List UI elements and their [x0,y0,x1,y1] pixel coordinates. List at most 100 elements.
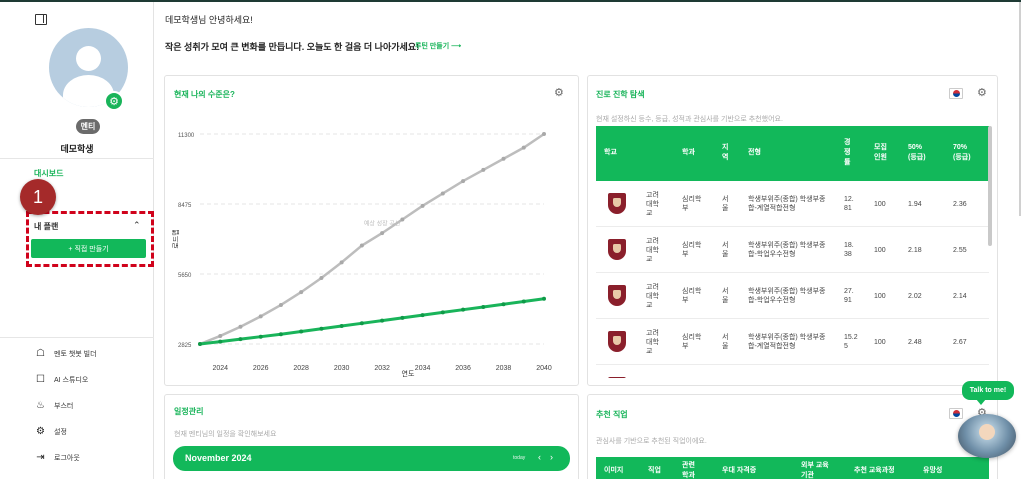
cell-p70: 2.36 [953,200,967,208]
avatar-settings-icon[interactable]: ⚙ [104,91,124,111]
data-point [359,243,364,248]
cell-p50: 2.02 [908,292,922,300]
table-row[interactable]: 고려 [596,365,989,378]
calendar-month: November 2024 [185,453,252,463]
column-header-quota: 모집 인원 [874,144,887,161]
cell-p50: 2.18 [908,246,922,254]
table-row[interactable]: 고려 대학 교 심리학 부 서 울 학생부위주(종합) 학생부종 합-계열적합전형 12… [596,181,989,227]
data-point [278,302,283,307]
cell-region: 서 울 [722,288,729,304]
nav-chatbot-builder[interactable]: ☖ 멘토 챗봇 빌더 [35,348,97,359]
university-logo-icon [608,377,626,378]
cell-school: 고려 대학 교 [646,283,659,309]
x-tick-label: 2038 [496,365,512,372]
university-logo-icon [608,193,626,214]
data-point [400,315,405,320]
gear-icon: ⚙ [36,426,45,437]
cell-rate: 12. 81 [844,196,854,212]
cell-type: 학생부위주(종합) 학생부종 합-계열적합전형 [748,334,826,350]
cell-p70: 2.14 [953,292,967,300]
jobs-column-header: 관련 학과 [682,462,695,479]
x-tick-label: 2030 [334,365,350,372]
cell-dept: 심리학 부 [682,196,702,212]
greeting: 데모학생님 안녕하세요! [165,15,253,25]
cell-school: 고려 대학 교 [646,237,659,263]
chatbot-avatar[interactable] [958,414,1016,458]
sidebar-toggle-icon[interactable] [35,14,47,25]
data-point [319,326,324,331]
data-point [380,231,385,236]
cell-dept: 심리학 부 [682,288,702,304]
gear-icon[interactable]: ⚙ [977,88,987,99]
data-point [258,334,263,339]
data-point [420,313,425,318]
cell-region: 서 울 [722,242,729,258]
table-row[interactable]: 고려 대학 교 심리학 부 서 울 학생부위주(종합) 학생부종 합-학업우수전형 27… [596,273,989,319]
data-point [238,337,243,342]
cell-school: 고려 대학 교 [646,329,659,355]
x-tick-label: 2024 [212,365,228,372]
studio-icon: ☐ [36,374,45,385]
schedule-card-subtitle: 현재 멘티님의 일정을 확인해보세요 [174,431,277,438]
table-row[interactable]: 고려 대학 교 심리학 부 서 울 학생부위주(종합) 학생부종 합-계열적합전형 15… [596,319,989,365]
chevron-left-icon[interactable]: ‹ [538,452,541,462]
cell-rate: 27. 91 [844,288,854,304]
avatar-head [76,46,101,71]
nav-settings[interactable]: ⚙ 설정 [35,426,67,437]
korea-flag-icon[interactable] [949,408,963,419]
cell-rate: 18. 38 [844,242,854,258]
column-header-dept: 학과 [682,149,695,156]
today-button[interactable]: today [513,455,525,461]
cell-region: 서 울 [722,196,729,212]
cell-type: 학생부위주(종합) 학생부종 합-계열적합전형 [748,196,826,212]
logout-icon: ⇥ [36,452,45,463]
nav-booster[interactable]: ♨ 부스터 [35,400,73,411]
x-tick-label: 2040 [536,365,552,372]
university-logo-icon [608,331,626,352]
data-point [238,324,243,329]
nav-ai-studio[interactable]: ☐ AI 스튜디오 [35,374,88,385]
step-marker: 1 [20,179,56,215]
chatbot-bubble[interactable]: Talk to me! [962,381,1014,405]
jobs-table-header: 이미지 직업 관련 학과 우대 자격증 외부 교육 기관 추천 교육과정 유망성 [596,457,989,479]
data-point [481,304,486,309]
nav-dashboard[interactable]: 대시보드 [34,168,63,179]
korea-flag-icon[interactable] [949,88,963,99]
data-point [440,191,445,196]
table-row[interactable]: 고려 대학 교 심리학 부 서 울 학생부위주(종합) 학생부종 합-학업우수전형 18… [596,227,989,273]
career-card-title: 진로 진학 탐색 [596,90,645,99]
username: 데모학생 [60,144,94,154]
calendar-bar: November 2024 today ‹ › [173,446,570,471]
data-point [198,342,202,346]
jobs-column-header: 직업 [648,467,661,474]
data-point [380,318,385,323]
x-axis-label: 연도 [402,370,415,378]
nav-label: 로그아웃 [54,454,80,462]
x-tick-label: 2032 [374,365,390,372]
gear-icon[interactable]: ⚙ [554,88,564,99]
chart-annotation: 예상 성장 곡선 [364,220,400,228]
column-header-region: 지 역 [722,144,729,161]
booster-icon: ♨ [36,400,45,411]
jobs-card-subtitle: 관심사를 기반으로 추천된 직업이에요. [596,438,707,445]
cell-school: 고려 대학 교 [646,191,659,217]
chevron-right-icon[interactable]: › [550,452,553,462]
y-axis-label: 로드맵 [171,229,180,248]
x-tick-label: 2026 [253,365,269,372]
university-logo-icon [608,285,626,306]
data-point [339,260,344,265]
cell-p50: 2.48 [908,338,922,346]
table-scrollbar[interactable] [988,126,992,246]
sidebar: ⚙ 멘티 데모학생 대시보드 관리 내 플랜 ⌃ + 직접 만들기 1 ☖ 멘토… [0,2,154,479]
data-point [299,329,304,334]
routine-link[interactable]: 루틴 만들기 ⟶ [415,41,461,51]
schedule-card-title: 일정관리 [174,407,204,416]
sidebar-divider [0,158,154,159]
cell-rate: 15.2 5 [844,334,858,350]
data-point [400,217,405,222]
cell-quota: 100 [874,338,886,346]
data-point [501,156,506,161]
nav-logout[interactable]: ⇥ 로그아웃 [35,452,80,463]
career-table-body: 고려 대학 교 심리학 부서 울 학생부위주(종합) 학생부종 합-계열적합전형 12… [596,181,989,378]
headline: 작은 성취가 모여 큰 변화를 만듭니다. 오늘도 한 걸음 더 나아가세요! [165,42,420,52]
